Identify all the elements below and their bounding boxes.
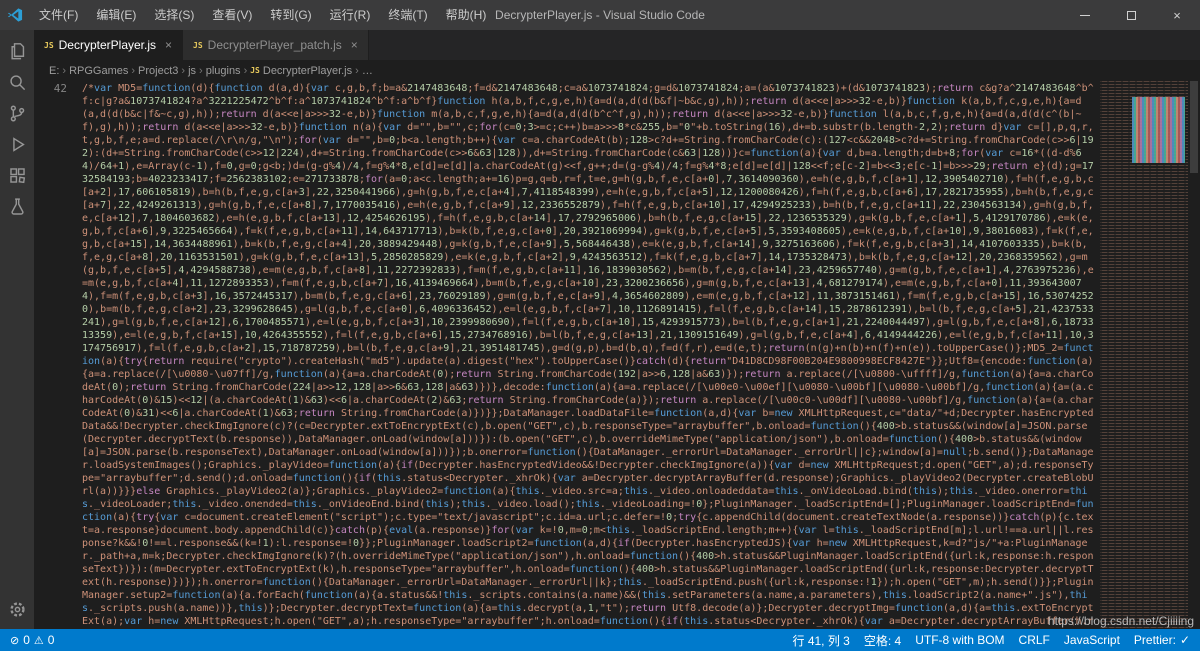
minimize-icon[interactable]	[1062, 0, 1108, 30]
maximize-icon[interactable]	[1108, 0, 1154, 30]
breadcrumb-item-file[interactable]: DecrypterPlayer.js	[263, 65, 352, 77]
vscode-logo-icon	[0, 7, 30, 23]
tab-decrypterplayer-patch[interactable]: JS DecrypterPlayer_patch.js ×	[183, 30, 369, 60]
menu-terminal[interactable]: 终端(T)	[379, 0, 436, 30]
indentation-setting[interactable]: 空格: 4	[864, 632, 901, 649]
breadcrumb-item-symbol[interactable]: …	[362, 65, 373, 77]
code-area[interactable]: /*var MD5=function(d){function d(a,d){va…	[80, 81, 1100, 629]
breadcrumb-chevron-icon: ›	[355, 65, 359, 77]
breadcrumb-item-rpggames[interactable]: RPGGames	[69, 65, 128, 77]
js-file-icon: JS	[250, 66, 260, 75]
breadcrumb-chevron-icon: ›	[131, 65, 135, 77]
menu-file[interactable]: 文件(F)	[30, 0, 87, 30]
menu-help[interactable]: 帮助(H)	[437, 0, 496, 30]
js-file-icon: JS	[44, 41, 54, 50]
eol-setting[interactable]: CRLF	[1019, 633, 1050, 647]
breadcrumb-chevron-icon: ›	[181, 65, 185, 77]
formatter-label: Prettier:	[1134, 633, 1176, 647]
error-count: 0	[23, 633, 30, 647]
tab-label: DecrypterPlayer.js	[59, 38, 156, 52]
line-number: 42	[54, 82, 67, 95]
js-file-icon: JS	[193, 41, 203, 50]
line-number-gutter: 42	[34, 81, 80, 629]
problems-indicator[interactable]: ⊘ 0 ⚠ 0	[10, 633, 54, 647]
breadcrumb-item-js[interactable]: js	[188, 65, 196, 77]
warning-icon: ⚠	[34, 634, 44, 647]
scrollbar-thumb[interactable]	[1190, 81, 1198, 173]
warning-count: 0	[48, 633, 55, 647]
tab-bar: JS DecrypterPlayer.js × JS DecrypterPlay…	[34, 30, 1200, 60]
editor: 42 /*var MD5=function(d){function d(a,d)…	[34, 81, 1200, 629]
minimap[interactable]	[1100, 81, 1188, 629]
explorer-icon[interactable]	[0, 36, 34, 67]
cursor-position[interactable]: 行 41, 列 3	[793, 632, 850, 649]
menu-run[interactable]: 运行(R)	[321, 0, 380, 30]
encoding-setting[interactable]: UTF-8 with BOM	[915, 633, 1004, 647]
error-icon: ⊘	[10, 634, 19, 647]
status-bar: ⊘ 0 ⚠ 0 行 41, 列 3 空格: 4 UTF-8 with BOM C…	[0, 629, 1200, 651]
menu-go[interactable]: 转到(G)	[261, 0, 320, 30]
menu-edit[interactable]: 编辑(E)	[87, 0, 145, 30]
tab-close-icon[interactable]: ×	[351, 38, 358, 52]
run-debug-icon[interactable]	[0, 129, 34, 160]
extensions-icon[interactable]	[0, 160, 34, 191]
formatter-indicator[interactable]: Prettier: ✓	[1134, 633, 1190, 647]
menu-bar: 文件(F) 编辑(E) 选择(S) 查看(V) 转到(G) 运行(R) 终端(T…	[30, 0, 495, 30]
search-icon[interactable]	[0, 67, 34, 98]
close-icon[interactable]: ×	[1154, 0, 1200, 30]
breadcrumb-item-project3[interactable]: Project3	[138, 65, 178, 77]
tab-decrypterplayer[interactable]: JS DecrypterPlayer.js ×	[34, 30, 183, 60]
language-mode[interactable]: JavaScript	[1064, 633, 1120, 647]
breadcrumb-item-drive[interactable]: E:	[49, 65, 59, 77]
breadcrumb-chevron-icon: ›	[244, 65, 248, 77]
breadcrumb: E: › RPGGames › Project3 › js › plugins …	[34, 60, 1200, 81]
test-icon[interactable]	[0, 191, 34, 222]
activity-bar	[0, 30, 34, 629]
tab-label: DecrypterPlayer_patch.js	[208, 38, 342, 52]
breadcrumb-item-plugins[interactable]: plugins	[206, 65, 241, 77]
settings-gear-icon[interactable]	[0, 594, 34, 625]
window-controls: ×	[1062, 0, 1200, 30]
tab-close-icon[interactable]: ×	[165, 38, 172, 52]
minimap-highlight-block	[1132, 97, 1185, 163]
title-bar: 文件(F) 编辑(E) 选择(S) 查看(V) 转到(G) 运行(R) 终端(T…	[0, 0, 1200, 30]
watermark-text: https://blog.csdn.net/Cjiiiing	[1048, 614, 1194, 628]
breadcrumb-chevron-icon: ›	[62, 65, 66, 77]
breadcrumb-chevron-icon: ›	[199, 65, 203, 77]
menu-view[interactable]: 查看(V)	[203, 0, 261, 30]
vertical-scrollbar[interactable]	[1188, 81, 1200, 629]
source-control-icon[interactable]	[0, 98, 34, 129]
check-icon: ✓	[1180, 633, 1190, 647]
menu-selection[interactable]: 选择(S)	[145, 0, 203, 30]
